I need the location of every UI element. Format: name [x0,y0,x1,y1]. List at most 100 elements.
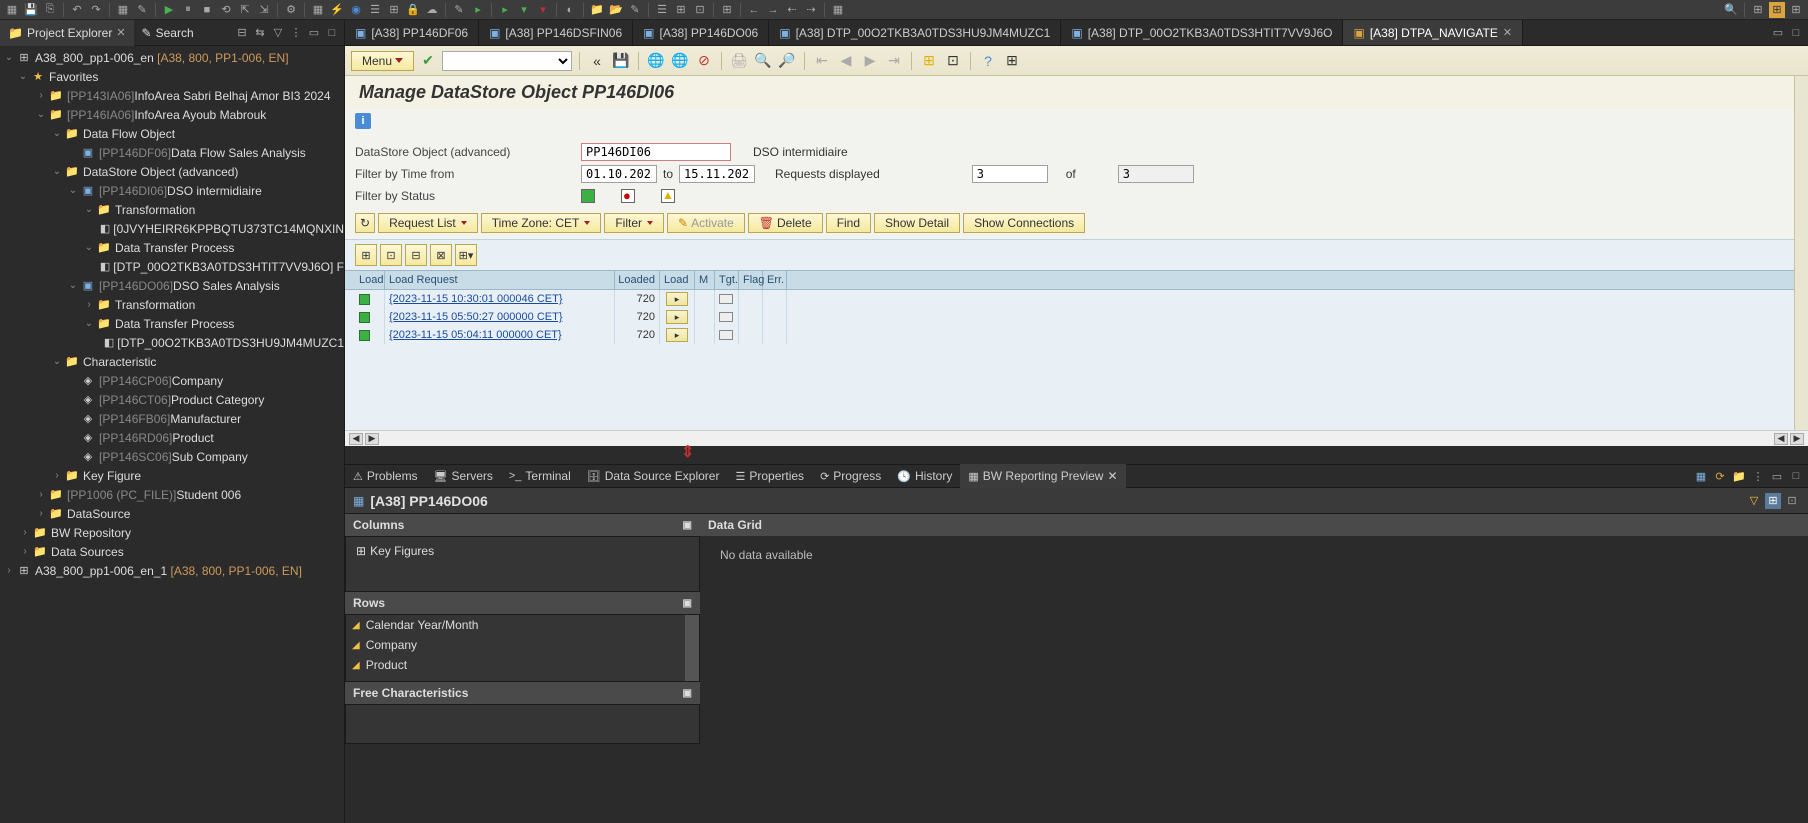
tool-icon[interactable]: ◉ [348,2,364,18]
minimize-icon[interactable]: ▭ [306,25,322,41]
tree-node[interactable]: ◧ [0JVYHEIRR6KPPBQTU373TC14MQNXIN [0,219,344,238]
tree-node[interactable]: ◈ [PP146CT06] Product Category [0,390,344,409]
show-connections-button[interactable]: Show Connections [963,213,1085,233]
last-icon[interactable]: ⇥ [884,51,904,71]
scroll-right-icon[interactable]: ▶ [1790,433,1804,445]
grid-tool-icon[interactable]: ⊞▾ [455,244,477,266]
from-date-field[interactable] [581,165,657,183]
tree-node[interactable]: ◈ [PP146SC06] Sub Company [0,447,344,466]
resize-vertical-icon[interactable]: ⇕ [681,442,694,462]
run-icon[interactable]: ▶ [161,2,177,18]
tree-node[interactable]: ⌄ 📁 Data Flow Object [0,124,344,143]
tool-icon[interactable]: ⟲ [218,2,234,18]
tool-icon[interactable]: ⊡ [1784,493,1800,509]
command-field[interactable] [442,51,572,71]
editor-tab[interactable]: ▣[A38] DTP_00O2TKB3A0TDS3HTIT7VV9J6O [1061,20,1343,46]
tree-node[interactable]: › 📁 DataSource [0,504,344,523]
tree-node[interactable]: ◈ [PP146CP06] Company [0,371,344,390]
first-icon[interactable]: ⇤ [812,51,832,71]
rows-scrollbar[interactable] [685,615,699,681]
bottom-tab[interactable]: 🕓History [889,464,960,488]
cancel-icon[interactable]: ⊘ [694,51,714,71]
flag-icon[interactable] [719,294,733,304]
tab-project-explorer[interactable]: 📁 Project Explorer ✕ [0,20,134,46]
tool-icon[interactable]: ⊞ [673,2,689,18]
tree-favorites[interactable]: ⌄ ★ Favorites [0,67,344,86]
tool-icon[interactable]: 📂 [608,2,624,18]
activate-button[interactable]: ✎Activate [667,213,745,233]
back-icon[interactable]: ← [746,2,762,18]
tree-node[interactable]: ⌄ 📁 [PP146IA06] InfoArea Ayoub Mabrouk [0,105,344,124]
find-button[interactable]: Find [826,213,871,233]
load-button[interactable]: ▸ [666,328,688,342]
tool-icon[interactable]: ⇲ [256,2,272,18]
bottom-tab[interactable]: 🖥Servers [426,464,501,488]
tool-icon[interactable]: ☰ [654,2,670,18]
back-icon[interactable]: « [587,51,607,71]
shortcut-icon[interactable]: ⊡ [943,51,963,71]
status-yellow-icon[interactable] [661,189,675,203]
sap-vscroll[interactable] [1794,76,1808,430]
tree-node[interactable]: ◧ [DTP_00O2TKB3A0TDS3HU9JM4MUZC1 [0,333,344,352]
bottom-tab[interactable]: ▦BW Reporting Preview ✕ [960,464,1125,488]
check-icon[interactable]: ✔ [418,51,438,71]
tool-icon[interactable]: ▾ [535,2,551,18]
key-figures-item[interactable]: ⊞ Key Figures [350,541,695,561]
grid-hscroll[interactable]: ◀ ▶ ◀ ▶ [345,430,1808,446]
tree-node[interactable]: › 📁 Transformation [0,295,344,314]
grid-tool-icon[interactable]: ⊠ [430,244,452,266]
tree-node[interactable]: ⌄ 📁 Characteristic [0,352,344,371]
find-icon[interactable]: 🔍 [753,51,773,71]
freechar-panel[interactable] [345,704,700,744]
scroll-right-icon[interactable]: ▶ [365,433,379,445]
minimize-icon[interactable]: ▭ [1769,468,1785,484]
tool-icon[interactable]: ⇢ [803,2,819,18]
bottom-tab[interactable]: >_Terminal [501,464,579,488]
globe-icon[interactable]: 🌐 [646,51,666,71]
tool-icon[interactable]: ▾ [516,2,532,18]
bottom-tab[interactable]: 🗄Data Source Explorer [579,464,728,488]
tree-node[interactable]: › 📁 Key Figure [0,466,344,485]
tool-icon[interactable]: ⊞ [719,2,735,18]
row-item[interactable]: ◢Calendar Year/Month [346,615,685,635]
save-all-icon[interactable]: ⎘ [42,2,58,18]
tree-system-node[interactable]: › ⊞ A38_800_pp1-006_en_1 [A38, 800, PP1-… [0,561,344,580]
row-item[interactable]: ◢Company [346,635,685,655]
tool-icon[interactable]: ✎ [451,2,467,18]
tree-node[interactable]: ⌄ 📁 Data Transfer Process [0,314,344,333]
request-list-button[interactable]: Request List [378,213,478,233]
tree-system-node[interactable]: ⌄ ⊞ A38_800_pp1-006_en [A38, 800, PP1-00… [0,48,344,67]
request-link[interactable]: {2023-11-15 05:04:11 000000 CET} [385,326,615,344]
grid-row[interactable]: {2023-11-15 05:04:11 000000 CET} 720 ▸ [355,326,1808,344]
pause-icon[interactable]: ⏸ [180,2,196,18]
layout-icon[interactable]: ⊞ [1002,51,1022,71]
load-button[interactable]: ▸ [666,310,688,324]
scroll-left-icon[interactable]: ◀ [1774,433,1788,445]
req-count-field[interactable] [972,165,1048,183]
grid-tool-icon[interactable]: ⊞ [355,244,377,266]
delete-button[interactable]: 🗑Delete [748,213,823,233]
maximize-icon[interactable]: □ [324,25,340,41]
forward-icon[interactable]: → [765,2,781,18]
editor-tab[interactable]: ▣[A38] PP146DF06 [345,20,479,46]
undo-icon[interactable]: ↶ [69,2,85,18]
tree-node[interactable]: › 📁 BW Repository [0,523,344,542]
tool-icon[interactable]: ☰ [367,2,383,18]
bottom-tab[interactable]: ⚠Problems [345,464,426,488]
project-tree[interactable]: ⌄ ⊞ A38_800_pp1-006_en [A38, 800, PP1-00… [0,46,344,823]
tree-node[interactable]: ⌄ ▣ [PP146DI06] DSO intermidiaire [0,181,344,200]
grid-row[interactable]: {2023-11-15 10:30:01 000046 CET} 720 ▸ [355,290,1808,308]
search-icon[interactable]: 🔍 [1723,2,1739,18]
filter-icon[interactable]: ▽ [1746,493,1762,509]
findnext-icon[interactable]: 🔎 [777,51,797,71]
menu-button[interactable]: Menu [351,51,414,71]
request-link[interactable]: {2023-11-15 10:30:01 000046 CET} [385,290,615,308]
tool-icon[interactable]: ⚡ [329,2,345,18]
row-item[interactable]: ◢Product [346,655,685,675]
grid-row[interactable]: {2023-11-15 05:50:27 000000 CET} 720 ▸ [355,308,1808,326]
tool-icon[interactable]: ⟳ [1712,468,1728,484]
flag-icon[interactable] [719,312,733,322]
close-icon[interactable]: ✕ [1107,469,1117,483]
split-handle[interactable]: ⇕ [345,446,1808,464]
tool-icon[interactable]: ⊞ [386,2,402,18]
